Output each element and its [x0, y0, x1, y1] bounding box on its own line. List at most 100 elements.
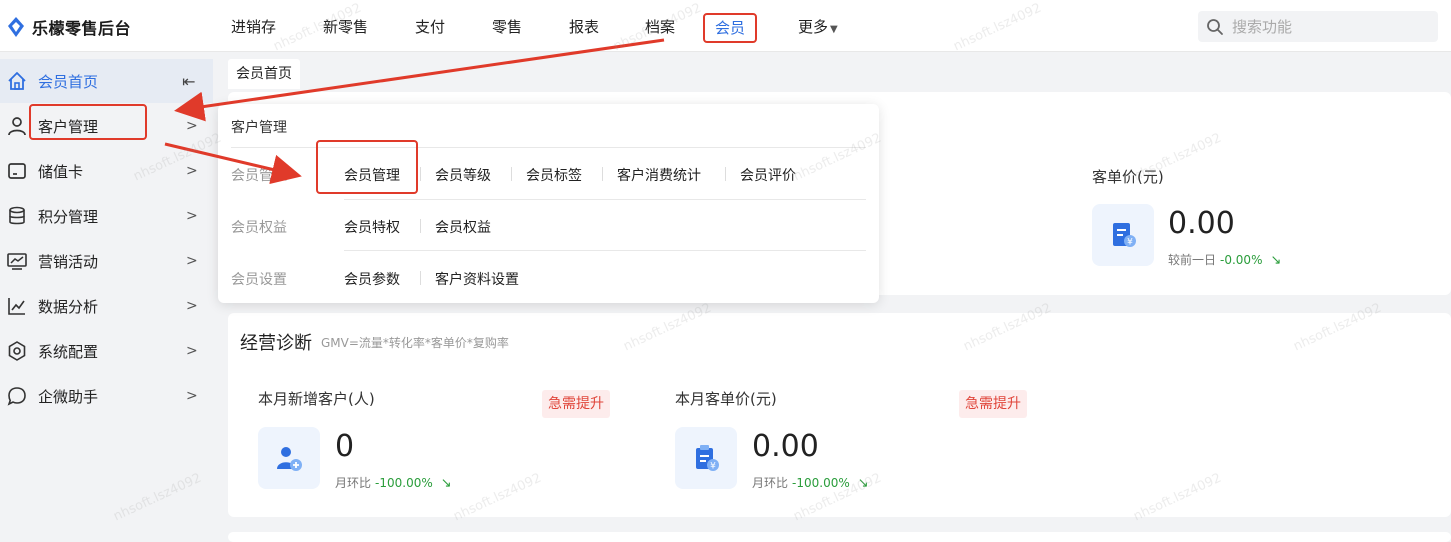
member-management-highlight	[316, 140, 418, 194]
diagnosis-subtitle: GMV=流量*转化率*客单价*复购率	[321, 336, 509, 350]
nav-more-label: 更多	[798, 18, 829, 36]
sidebar-item-label: 系统配置	[38, 342, 99, 361]
monthly-avg-order-value: 0.00	[752, 429, 819, 464]
menu-link-member-rights[interactable]: 会员权益	[435, 217, 491, 237]
chevron-right-icon: >	[186, 298, 198, 314]
separator	[420, 167, 421, 181]
monitor-chart-icon	[7, 253, 27, 270]
new-customers-label: 本月新增客户(人)	[258, 390, 375, 408]
collapse-sidebar-icon[interactable]: ⇤	[182, 72, 195, 91]
caret-down-icon: ▼	[830, 24, 838, 35]
card-icon	[8, 163, 26, 179]
settings-icon	[8, 341, 26, 361]
menu-link-member-level[interactable]: 会员等级	[435, 165, 491, 185]
sidebar-item-points-management[interactable]: 积分管理 >	[0, 194, 213, 238]
separator	[420, 219, 421, 233]
sidebar-item-member-home[interactable]: 会员首页 ⇤	[0, 59, 213, 103]
sidebar-item-label: 储值卡	[38, 162, 84, 181]
menu-link-customer-profile-settings[interactable]: 客户资料设置	[435, 269, 519, 289]
next-card	[228, 532, 1451, 542]
compare-pct: -100.00%	[375, 476, 433, 490]
new-customer-icon-wrap	[258, 427, 320, 489]
separator	[511, 167, 512, 181]
chevron-right-icon: >	[186, 388, 198, 404]
compare-label: 较前一日	[1168, 253, 1217, 267]
tab-member-home[interactable]: 会员首页	[228, 59, 300, 89]
compare-label: 月环比	[335, 476, 372, 490]
chevron-right-icon: >	[186, 118, 198, 134]
trend-down-icon: ↘	[440, 476, 452, 491]
sidebar-item-label: 营销活动	[38, 252, 99, 271]
database-icon	[9, 206, 25, 225]
search-input[interactable]	[1230, 16, 1424, 37]
chevron-right-icon: >	[186, 208, 198, 224]
monthly-avg-order-compare: 月环比 -100.00% ↘	[752, 474, 869, 491]
sidebar-item-system-config[interactable]: 系统配置 >	[0, 329, 213, 373]
nav-item-inventory[interactable]: 进销存	[231, 14, 276, 40]
avg-order-value: 0.00	[1168, 206, 1235, 241]
status-badge: 急需提升	[542, 390, 610, 418]
sidebar-item-wecom-assistant[interactable]: 企微助手 >	[0, 374, 213, 418]
nav-item-payment[interactable]: 支付	[415, 14, 445, 40]
menu-link-member-tags[interactable]: 会员标签	[526, 165, 582, 185]
sidebar-item-label: 数据分析	[38, 297, 99, 316]
svg-text:¥: ¥	[710, 462, 716, 472]
sidebar-item-marketing[interactable]: 营销活动 >	[0, 239, 213, 283]
nav-item-new-retail[interactable]: 新零售	[323, 14, 368, 40]
divider	[344, 199, 866, 200]
menu-link-member-privileges[interactable]: 会员特权	[344, 217, 400, 237]
home-icon	[8, 72, 26, 90]
nav-item-more[interactable]: 更多 ▼	[798, 14, 838, 40]
separator	[420, 271, 421, 285]
sidebar-item-label: 积分管理	[38, 207, 99, 226]
menu-link-customer-consumption[interactable]: 客户消费统计	[617, 165, 701, 185]
separator	[725, 167, 726, 181]
new-customers-compare: 月环比 -100.00% ↘	[335, 474, 452, 491]
compare-pct: -100.00%	[792, 476, 850, 490]
sidebar-item-label: 会员首页	[38, 72, 99, 91]
new-customers-value: 0	[335, 429, 355, 464]
search-box[interactable]	[1198, 11, 1438, 42]
menu-group-label: 会员管理	[231, 168, 287, 184]
menu-link-member-params[interactable]: 会员参数	[344, 269, 400, 289]
sidebar-item-label: 企微助手	[38, 387, 99, 406]
compare-pct: -0.00%	[1220, 253, 1263, 267]
chevron-right-icon: >	[186, 253, 198, 269]
diagnosis-title: 经营诊断	[240, 333, 312, 354]
nav-item-reports[interactable]: 报表	[569, 14, 599, 40]
svg-text:¥: ¥	[1127, 238, 1133, 248]
compare-label: 月环比	[752, 476, 789, 490]
nav-item-retail[interactable]: 零售	[492, 14, 522, 40]
chevron-right-icon: >	[186, 343, 198, 359]
app-logo[interactable]: 乐檬零售后台	[6, 14, 131, 40]
divider	[344, 250, 866, 251]
separator	[602, 167, 603, 181]
receipt-icon-wrap: ¥	[1092, 204, 1154, 266]
top-bar: 乐檬零售后台 进销存 新零售 支付 零售 报表 档案 会员 更多 ▼	[0, 0, 1451, 52]
trend-down-icon: ↘	[857, 476, 869, 491]
menu-title: 客户管理	[231, 120, 287, 136]
customer-management-highlight	[29, 104, 147, 140]
sidebar-item-data-analysis[interactable]: 数据分析 >	[0, 284, 213, 328]
sidebar-item-stored-value-card[interactable]: 储值卡 >	[0, 149, 213, 193]
menu-group-label: 会员设置	[231, 272, 287, 288]
nav-item-archive[interactable]: 档案	[645, 14, 675, 40]
logo-icon	[8, 17, 24, 37]
menu-link-member-review[interactable]: 会员评价	[740, 165, 796, 185]
line-chart-icon	[8, 298, 25, 315]
chat-icon	[7, 387, 26, 406]
customer-management-menu: 客户管理 会员管理 会员管理 会员等级 会员标签 客户消费统计 会员评价 会员权…	[218, 104, 879, 303]
chevron-right-icon: >	[186, 163, 198, 179]
monthly-order-icon-wrap: ¥	[675, 427, 737, 489]
monthly-avg-order-label: 本月客单价(元)	[675, 390, 777, 408]
search-icon	[1207, 18, 1223, 35]
nav-item-member[interactable]: 会员	[703, 13, 758, 43]
clipboard-icon: ¥	[696, 445, 719, 472]
menu-group-label: 会员权益	[231, 220, 287, 236]
user-icon	[8, 117, 26, 136]
user-add-icon	[277, 447, 302, 471]
avg-order-value-label: 客单价(元)	[1092, 168, 1164, 186]
avg-order-compare: 较前一日 -0.00% ↘	[1168, 251, 1281, 268]
app-title: 乐檬零售后台	[32, 19, 132, 38]
status-badge: 急需提升	[959, 390, 1027, 418]
